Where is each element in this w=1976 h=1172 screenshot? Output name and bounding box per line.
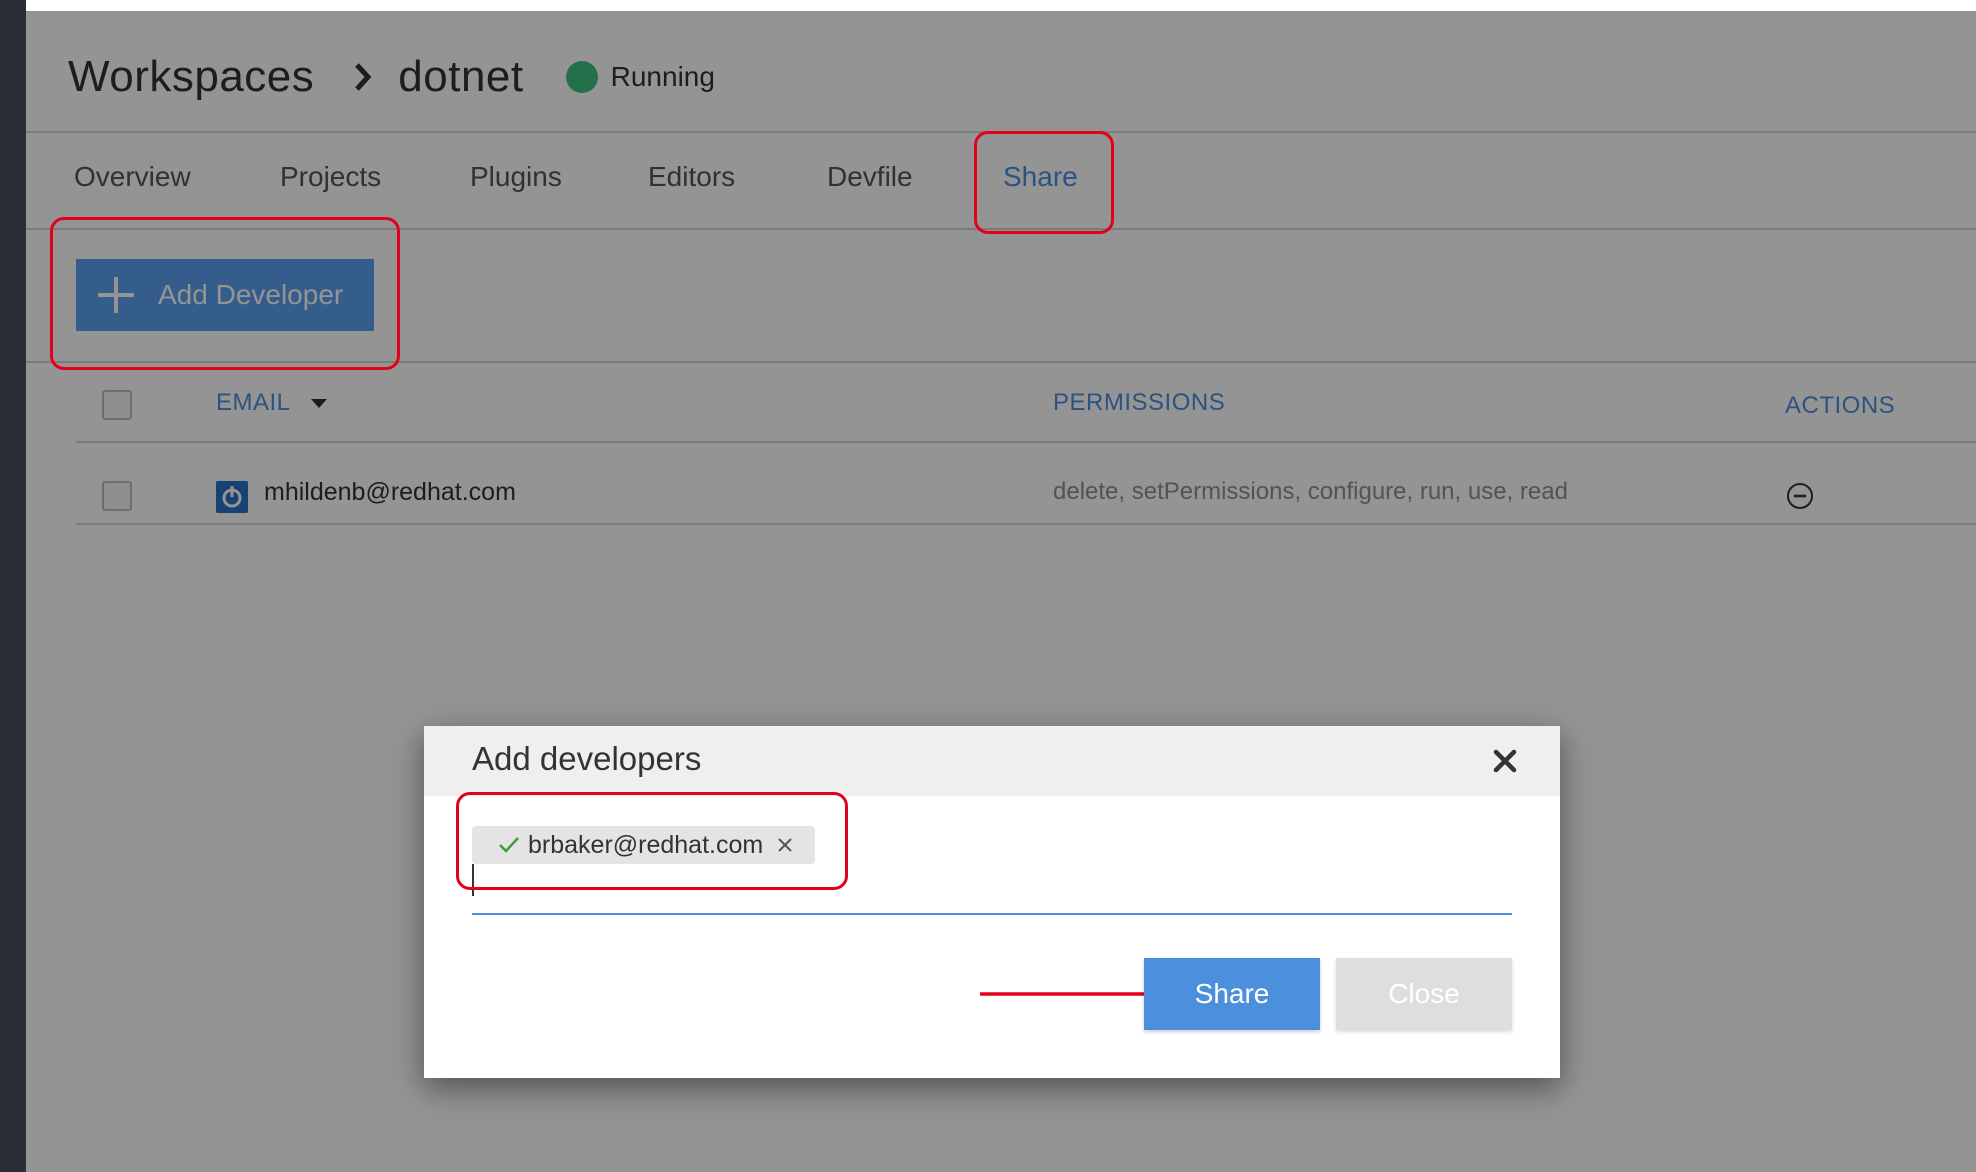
add-developers-dialog: Add developers brbaker@redhat.com Share … bbox=[424, 726, 1560, 1078]
share-tab-highlight bbox=[974, 131, 1114, 234]
left-sidebar-strip bbox=[0, 0, 26, 1172]
email-chip-highlight bbox=[456, 792, 848, 890]
email-input[interactable] bbox=[472, 913, 1512, 915]
close-icon[interactable] bbox=[1492, 748, 1518, 774]
dialog-header: Add developers bbox=[424, 726, 1560, 796]
add-developer-highlight bbox=[50, 217, 400, 370]
close-button[interactable]: Close bbox=[1336, 958, 1512, 1030]
top-edge bbox=[26, 0, 1976, 11]
share-button[interactable]: Share bbox=[1144, 958, 1320, 1030]
dialog-title: Add developers bbox=[472, 740, 702, 777]
